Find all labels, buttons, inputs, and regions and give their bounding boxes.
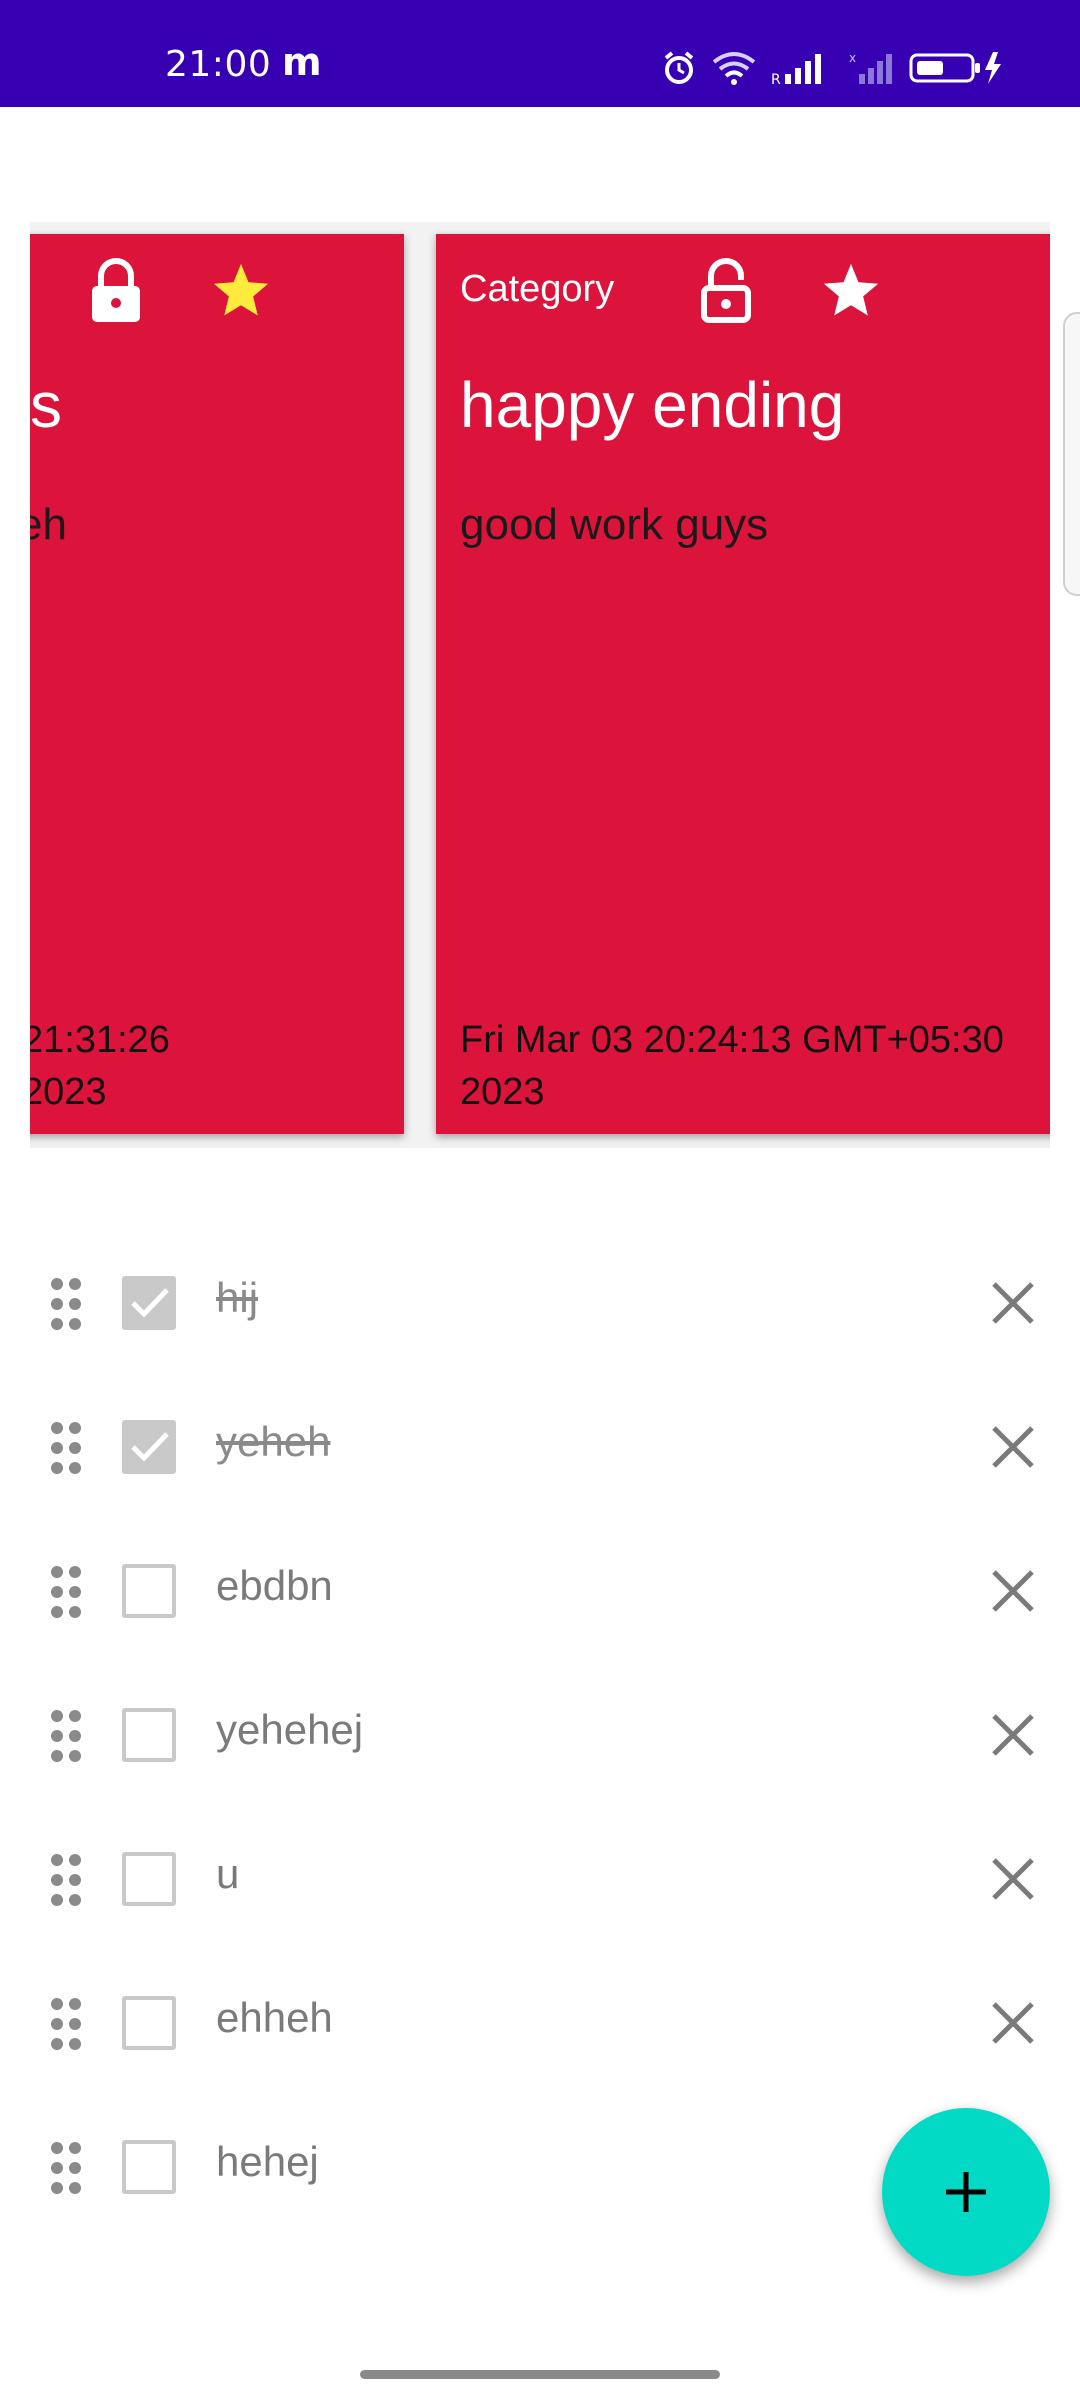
star-icon[interactable] <box>820 260 882 322</box>
item-checkbox[interactable] <box>122 1564 176 1618</box>
close-icon[interactable] <box>990 2000 1036 2046</box>
item-text[interactable]: yehehej <box>216 1706 363 1754</box>
item-text[interactable]: hij <box>216 1274 258 1322</box>
check-icon <box>131 1432 169 1462</box>
item-checkbox[interactable] <box>122 1708 176 1762</box>
close-icon[interactable] <box>990 1280 1036 1326</box>
item-checkbox[interactable] <box>122 1276 176 1330</box>
svg-text:x: x <box>849 51 856 65</box>
close-icon[interactable] <box>990 1424 1036 1470</box>
status-time: 21:00 <box>165 44 272 85</box>
lock-icon[interactable] <box>86 258 146 324</box>
close-icon[interactable] <box>990 1568 1036 1614</box>
check-icon <box>131 1288 169 1318</box>
screen: 21:00 m R x s eh 21:31:26 2023 Category … <box>0 0 1080 2400</box>
note-date-line: Fri Mar 03 20:24:13 GMT+05:30 <box>460 1019 1004 1061</box>
gesture-navigation-bar[interactable] <box>360 2370 720 2379</box>
wifi-icon <box>712 52 756 85</box>
drag-handle-icon[interactable] <box>48 1564 84 1620</box>
close-icon[interactable] <box>990 1856 1036 1902</box>
list-item[interactable]: hij <box>0 1230 1080 1374</box>
status-bar: 21:00 m R x <box>0 0 1080 107</box>
list-item[interactable]: ebdbn <box>0 1518 1080 1662</box>
signal-r-icon: R <box>771 54 821 86</box>
next-card-peek[interactable] <box>1063 312 1080 596</box>
checklist: hij yeheh ebdbn yehehej u ehheh hehej <box>0 1230 1080 2238</box>
drag-handle-icon[interactable] <box>48 1996 84 2052</box>
item-checkbox[interactable] <box>122 1996 176 2050</box>
item-text[interactable]: u <box>216 1850 239 1898</box>
status-icons: R x <box>661 46 1005 90</box>
note-card[interactable]: Category happy ending good work guys Fri… <box>436 234 1050 1134</box>
note-body: eh <box>30 500 67 549</box>
drag-handle-icon[interactable] <box>48 1276 84 1332</box>
item-text[interactable]: hehej <box>216 2138 319 2186</box>
plus-icon <box>946 2172 986 2212</box>
drag-handle-icon[interactable] <box>48 1420 84 1476</box>
drag-handle-icon[interactable] <box>48 1852 84 1908</box>
item-checkbox[interactable] <box>122 2140 176 2194</box>
list-item[interactable]: ehheh <box>0 1950 1080 2094</box>
drag-handle-icon[interactable] <box>48 1708 84 1764</box>
note-date-line: 2023 <box>460 1071 545 1113</box>
add-item-button[interactable] <box>882 2108 1050 2276</box>
item-checkbox[interactable] <box>122 1420 176 1474</box>
item-checkbox[interactable] <box>122 1852 176 1906</box>
drag-handle-icon[interactable] <box>48 2140 84 2196</box>
notes-carousel[interactable]: s eh 21:31:26 2023 Category happy ending… <box>30 222 1050 1148</box>
list-item[interactable]: yehehej <box>0 1662 1080 1806</box>
close-icon[interactable] <box>990 1712 1036 1758</box>
note-title: happy ending <box>460 369 845 441</box>
battery-charging-icon <box>909 52 1001 84</box>
note-title: s <box>30 369 62 441</box>
note-date-line: 21:31:26 <box>30 1019 170 1061</box>
note-date-line: 2023 <box>30 1071 107 1113</box>
signal-x-icon: x <box>849 51 892 84</box>
note-date: 21:31:26 2023 <box>30 1014 404 1118</box>
note-category: Category <box>460 268 615 310</box>
list-item[interactable]: u <box>0 1806 1080 1950</box>
star-icon[interactable] <box>210 260 272 322</box>
app-indicator: m <box>282 40 322 84</box>
note-date: Fri Mar 03 20:24:13 GMT+05:30 2023 <box>460 1014 1050 1118</box>
item-text[interactable]: ebdbn <box>216 1562 333 1610</box>
list-item[interactable]: yeheh <box>0 1374 1080 1518</box>
svg-text:R: R <box>771 72 781 86</box>
unlock-icon[interactable] <box>696 258 756 324</box>
note-body: good work guys <box>460 500 769 549</box>
item-text[interactable]: yeheh <box>216 1418 330 1466</box>
alarm-icon <box>664 51 694 84</box>
item-text[interactable]: ehheh <box>216 1994 333 2042</box>
note-card[interactable]: s eh 21:31:26 2023 <box>30 234 404 1134</box>
